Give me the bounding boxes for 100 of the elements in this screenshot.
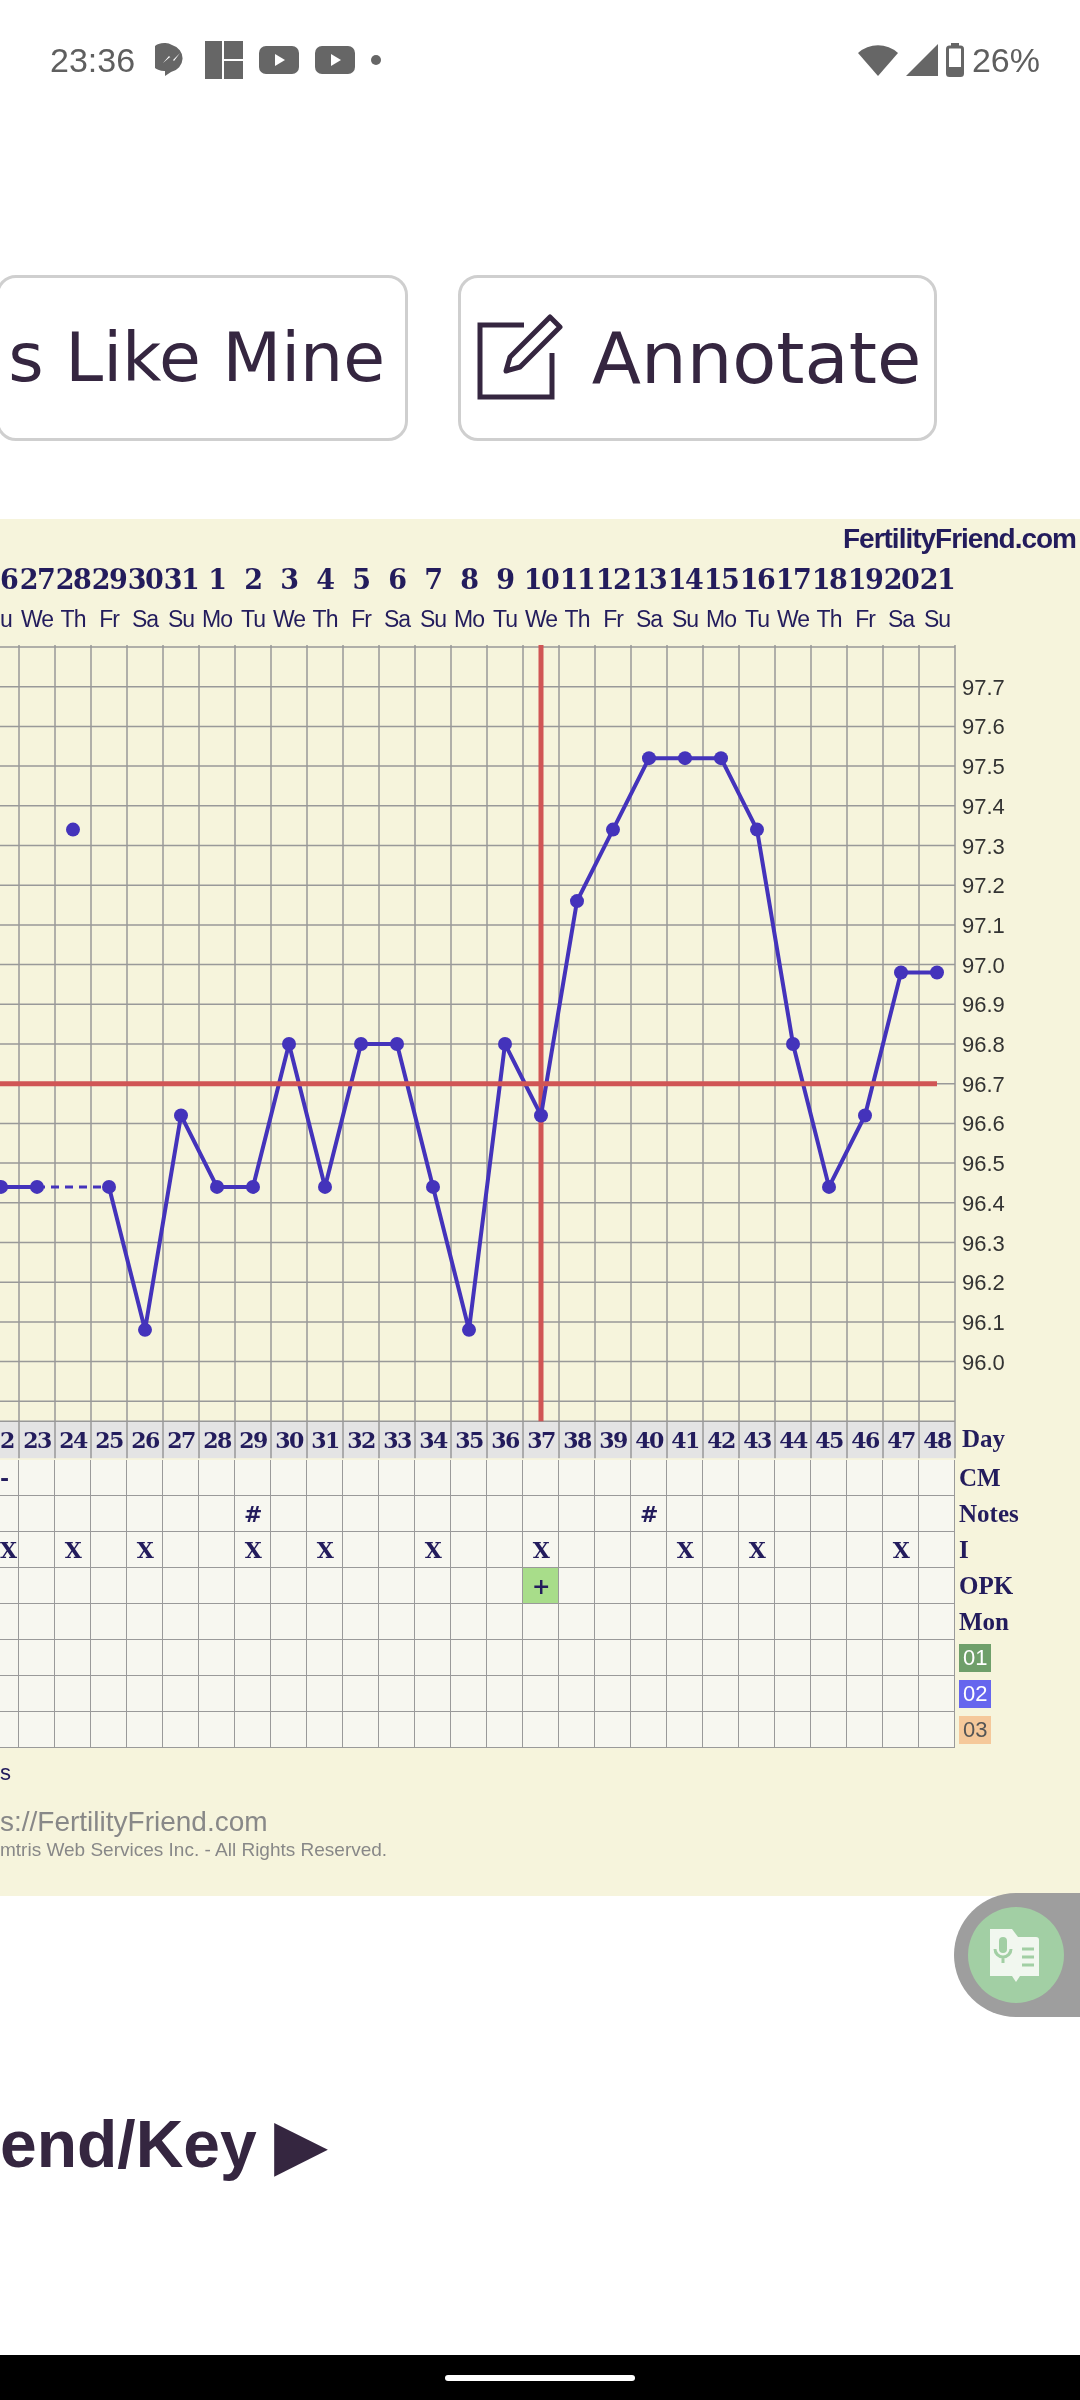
table-cell	[919, 1496, 955, 1532]
date-label: 20	[883, 563, 919, 597]
table-cell	[91, 1712, 127, 1748]
data-point	[462, 1322, 476, 1337]
table-cell	[487, 1604, 523, 1640]
date-label: 31	[163, 563, 199, 597]
x-tick-label: 44	[779, 1427, 807, 1454]
x-tick-label: 41	[671, 1427, 699, 1454]
x-tick-label: 28	[203, 1427, 231, 1454]
table-cell	[379, 1604, 415, 1640]
table-cell	[559, 1604, 595, 1640]
table-cell	[235, 1460, 271, 1496]
table-cell	[55, 1712, 91, 1748]
table-cell	[379, 1568, 415, 1604]
x-tick-label: 48	[923, 1427, 951, 1454]
table-cell	[0, 1604, 19, 1640]
x-tick-label: 37	[527, 1427, 555, 1454]
weekday-label: Su	[418, 605, 448, 634]
table-cell	[127, 1676, 163, 1712]
table-cell	[343, 1676, 379, 1712]
table-cell: X	[667, 1532, 703, 1568]
date-label: 9	[495, 563, 515, 597]
home-handle[interactable]	[445, 2374, 635, 2381]
weekday-label: Tu	[744, 605, 770, 634]
table-cell	[451, 1712, 487, 1748]
weekday-label: Fr	[350, 605, 373, 634]
y-tick-label: 96.4	[962, 1190, 1005, 1216]
row-color-tag: 01	[959, 1644, 992, 1672]
table-cell	[235, 1712, 271, 1748]
table-cell	[883, 1460, 919, 1496]
table-cell	[559, 1496, 595, 1532]
battery-icon	[945, 43, 964, 77]
table-cell	[523, 1676, 559, 1712]
table-cell	[811, 1568, 847, 1604]
copyright-text: mtris Web Services Inc. - All Rights Reserved.	[0, 1838, 389, 1862]
data-point	[426, 1179, 440, 1194]
table-cell	[487, 1496, 523, 1532]
table-cell	[919, 1604, 955, 1640]
data-point	[714, 751, 728, 766]
data-point	[822, 1179, 836, 1194]
play-icon	[315, 46, 356, 74]
table-cell	[163, 1568, 199, 1604]
date-label: 7	[423, 563, 443, 597]
table-cell	[739, 1460, 775, 1496]
action-button[interactable]: Annotate	[458, 275, 937, 441]
table-cell	[883, 1712, 919, 1748]
table-cell	[55, 1496, 91, 1532]
x-tick-label: 47	[887, 1427, 915, 1454]
weekday-label: u	[0, 605, 13, 634]
footer-text: s	[0, 1759, 12, 1787]
section-heading[interactable]: end/Key ▶	[0, 2106, 1080, 2183]
table-cell	[883, 1568, 919, 1604]
weekday-label: Su	[166, 605, 196, 634]
table-cell	[595, 1640, 631, 1676]
data-point	[606, 822, 620, 837]
table-cell	[0, 1676, 19, 1712]
table-cell	[523, 1604, 559, 1640]
dictation-button[interactable]	[954, 1893, 1080, 2017]
weekday-label: Th	[815, 605, 843, 634]
weekday-label: Tu	[240, 605, 266, 634]
table-cell: X	[127, 1532, 163, 1568]
row-label: Day	[962, 1425, 1006, 1454]
brand-link[interactable]: FertilityFriend.com	[0, 519, 1080, 559]
table-cell	[487, 1640, 523, 1676]
table-cell	[199, 1532, 235, 1568]
table-cell	[667, 1676, 703, 1712]
table-cell	[163, 1532, 199, 1568]
table-cell	[451, 1604, 487, 1640]
table-cell	[451, 1568, 487, 1604]
data-point	[246, 1179, 260, 1194]
table-cell	[487, 1712, 523, 1748]
x-tick-label: 45	[815, 1427, 843, 1454]
date-label: 16	[739, 563, 775, 597]
table-cell	[55, 1640, 91, 1676]
data-point	[66, 822, 80, 837]
x-tick-label: 26	[131, 1427, 159, 1454]
table-cell	[775, 1532, 811, 1568]
action-button[interactable]: s Like Mine	[0, 275, 408, 441]
table-cell	[19, 1496, 55, 1532]
x-tick-label: 46	[851, 1427, 879, 1454]
table-cell	[55, 1460, 91, 1496]
date-label: 18	[811, 563, 847, 597]
data-point	[786, 1037, 800, 1051]
table-cell	[883, 1496, 919, 1532]
table-cell	[775, 1604, 811, 1640]
table-cell	[451, 1676, 487, 1712]
table-cell	[343, 1604, 379, 1640]
row-label: Mon	[959, 1608, 1009, 1636]
table-cell	[883, 1676, 919, 1712]
wifi-icon	[857, 44, 898, 76]
table-cell: X	[55, 1532, 91, 1568]
x-tick-label: 24	[59, 1427, 87, 1454]
table-cell	[775, 1496, 811, 1532]
date-label: 10	[523, 563, 559, 597]
table-cell: #	[235, 1496, 271, 1532]
table-cell	[559, 1532, 595, 1568]
table-cell	[19, 1676, 55, 1712]
table-cell	[775, 1568, 811, 1604]
weekday-label: Su	[670, 605, 700, 634]
grid-app-icon	[205, 41, 244, 79]
